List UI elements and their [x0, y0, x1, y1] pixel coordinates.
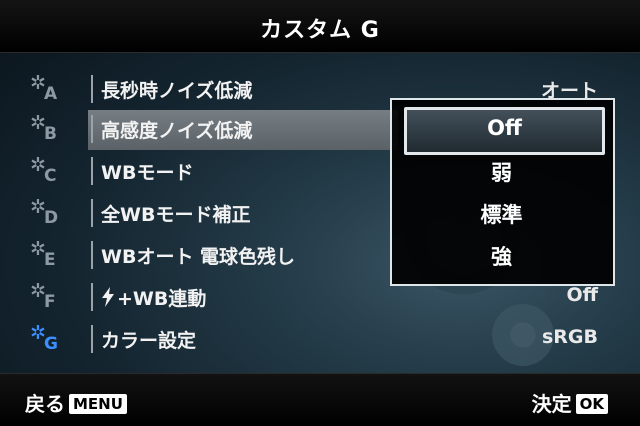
- page-title: カスタム G: [260, 18, 380, 43]
- menu-item-color-space[interactable]: ✲ G カラー設定 sRGB: [0, 320, 620, 358]
- row-separator: [91, 325, 93, 353]
- flash-icon: [102, 287, 114, 307]
- ok-button-icon: OK: [575, 394, 608, 414]
- menu-item-label: 高感度ノイズ低減: [101, 120, 253, 142]
- ok-control[interactable]: 決定 OK: [532, 388, 608, 417]
- option-standard[interactable]: 標準: [404, 194, 599, 236]
- row-separator: [91, 157, 93, 185]
- gear-icon: ✲ E: [30, 238, 56, 271]
- option-strong[interactable]: 強: [404, 236, 599, 278]
- gear-icon: ✲ G: [30, 322, 58, 355]
- menu-item-value: Off: [566, 284, 598, 306]
- menu-item-value: sRGB: [541, 326, 598, 348]
- menu-item-label: WBオート 電球色残し: [101, 246, 296, 268]
- menu-button-icon: MENU: [69, 394, 127, 414]
- row-separator: [91, 75, 93, 103]
- title-bar: カスタム G: [0, 0, 640, 53]
- gear-icon: ✲ D: [30, 196, 59, 229]
- back-label: 戻る: [25, 392, 65, 416]
- row-separator: [91, 115, 93, 143]
- gear-icon: ✲ F: [30, 280, 56, 313]
- bottom-bar: 戻る MENU 決定 OK: [0, 373, 640, 426]
- back-control[interactable]: 戻る MENU: [25, 388, 127, 417]
- option-weak[interactable]: 弱: [404, 152, 599, 194]
- menu-item-label: 長秒時ノイズ低減: [101, 80, 253, 102]
- menu-item-label: カラー設定: [101, 330, 197, 352]
- menu-item-label: WBモード: [101, 162, 194, 184]
- camera-menu-screen: カスタム G ✲ A 長秒時ノイズ低減 オート ✲ B 高感度ノイズ低減 ✲ C WB…: [0, 0, 640, 426]
- gear-icon: ✲ A: [30, 72, 58, 105]
- option-off[interactable]: Off: [404, 107, 605, 155]
- row-separator: [91, 283, 93, 311]
- ok-label: 決定: [531, 392, 572, 416]
- gear-icon: ✲ C: [30, 154, 57, 187]
- menu-item-label: +WB連動: [101, 284, 206, 311]
- option-popup: Off 弱 標準 強: [390, 98, 615, 286]
- row-separator: [91, 241, 93, 269]
- gear-icon: ✲ B: [30, 112, 57, 145]
- row-separator: [91, 199, 93, 227]
- menu-item-label: 全WBモード補正: [101, 204, 251, 226]
